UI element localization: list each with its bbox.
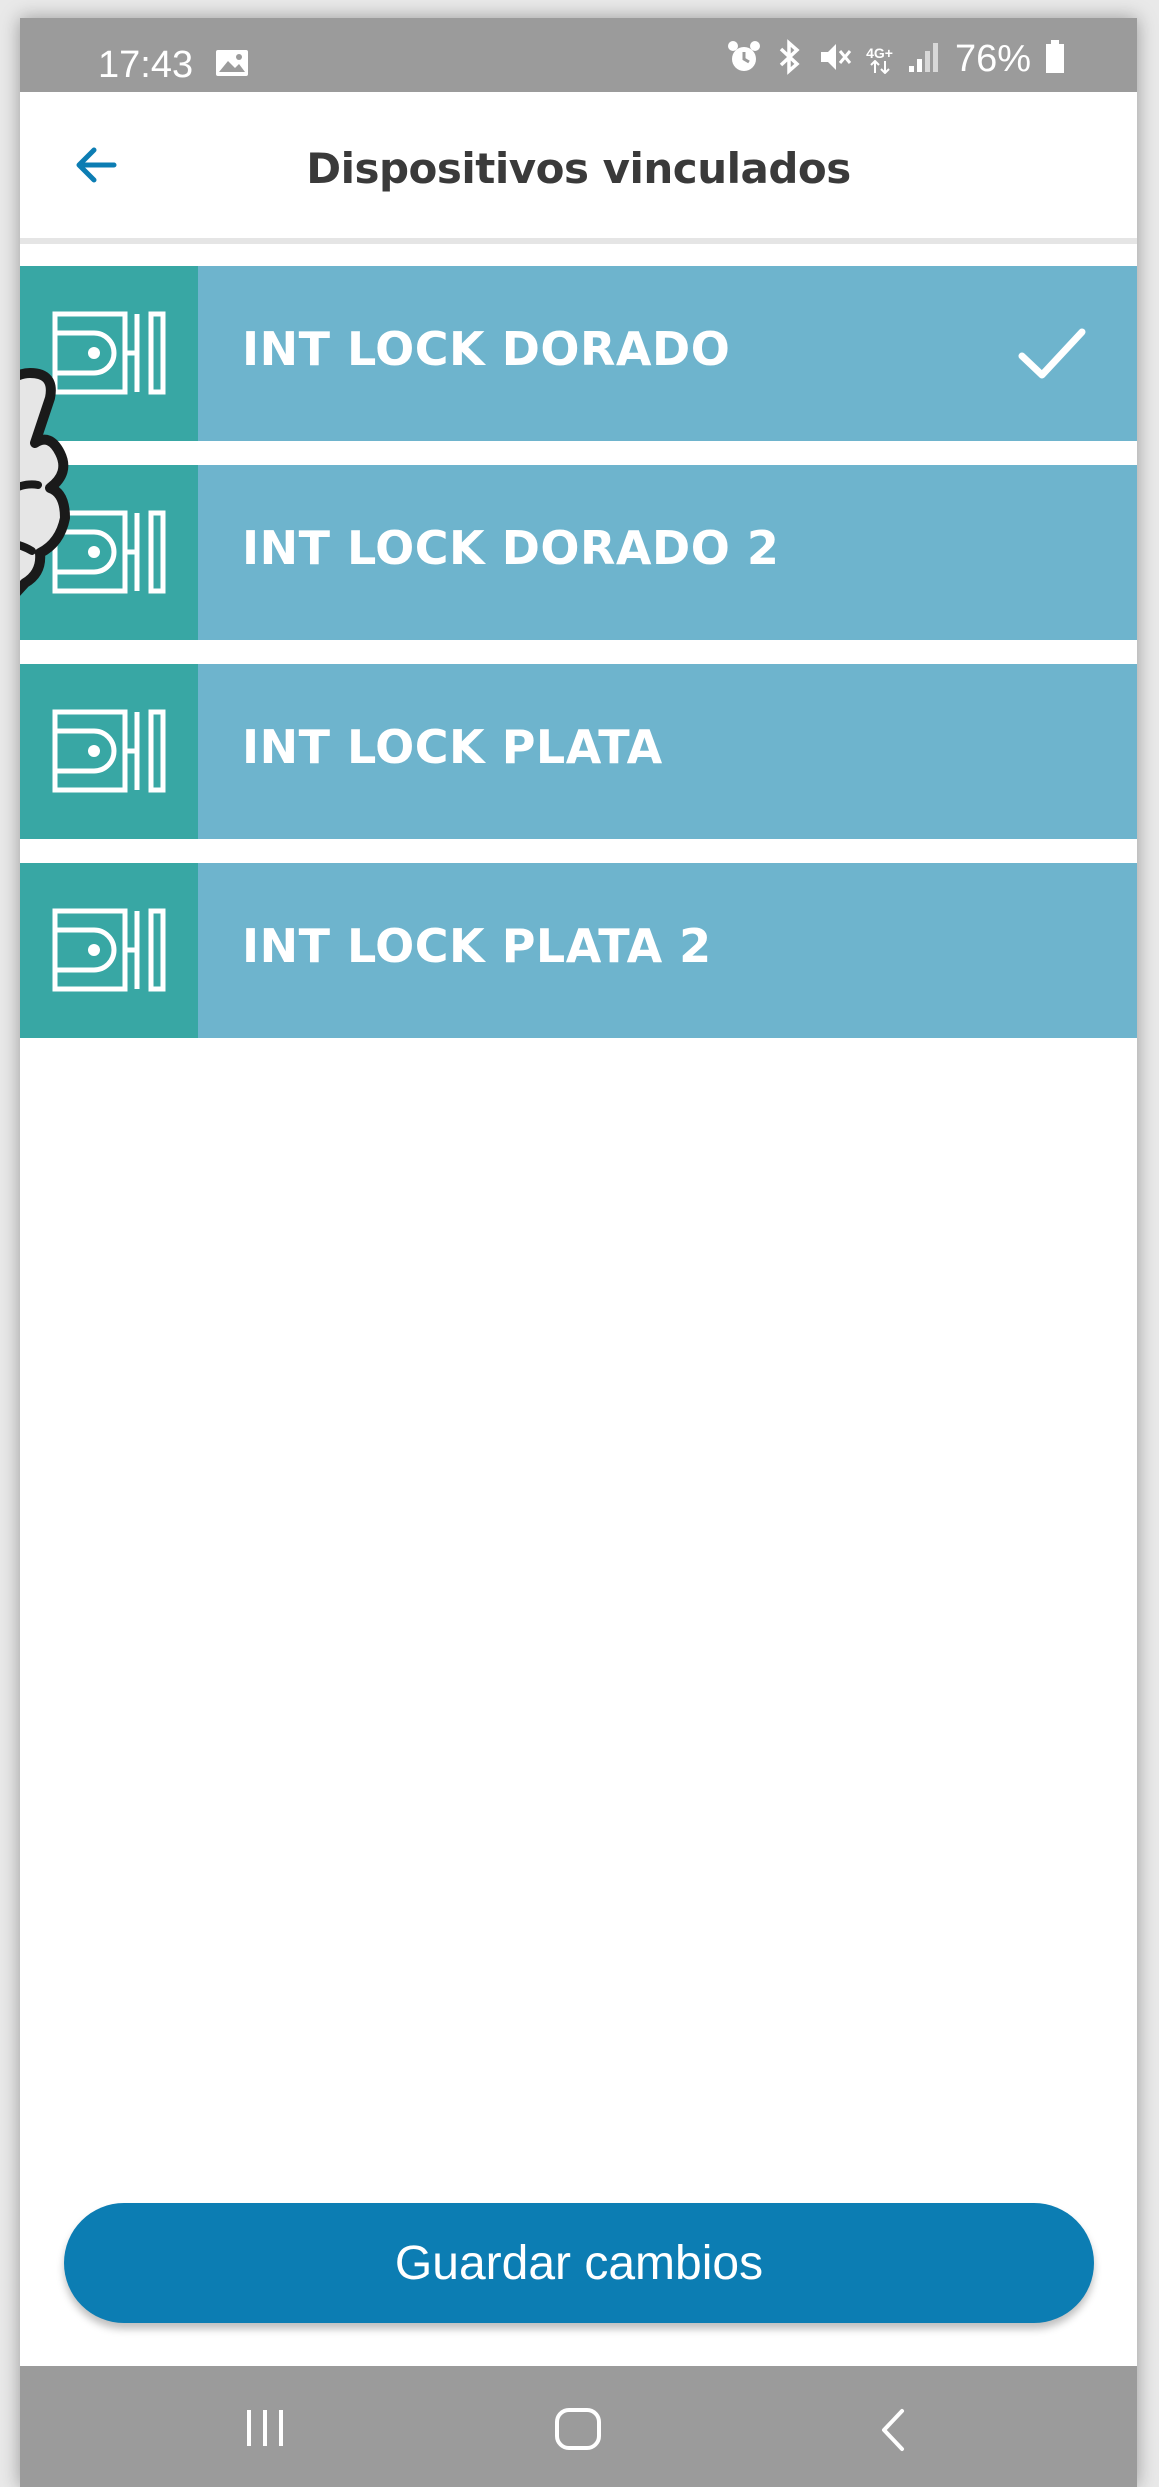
bluetooth-icon <box>776 39 804 80</box>
app-header: Dispositivos vinculados <box>20 92 1137 244</box>
lock-device-icon <box>52 908 166 992</box>
page-title: Dispositivos vinculados <box>306 144 851 193</box>
status-time: 17:43 <box>98 44 194 86</box>
device-item[interactable]: INT LOCK PLATA 2 <box>20 863 1137 1038</box>
battery-icon <box>1045 40 1065 79</box>
gallery-icon <box>215 49 249 82</box>
device-name: INT LOCK DORADO 2 <box>242 521 780 575</box>
check-icon <box>1018 328 1086 379</box>
lock-device-icon <box>52 709 166 793</box>
signal-icon <box>907 40 941 79</box>
network-icon: 4G+ <box>866 46 893 74</box>
nav-back-icon[interactable] <box>876 2408 908 2457</box>
device-name: INT LOCK PLATA 2 <box>242 919 712 973</box>
device-icon-box <box>20 465 198 640</box>
phone-screen: 17:43 4G+ 76% Dispositivos vinculados IN… <box>20 18 1137 2487</box>
status-icons: 4G+ 76% <box>726 38 1065 81</box>
device-icon-box <box>20 664 198 839</box>
device-item[interactable]: INT LOCK PLATA <box>20 664 1137 839</box>
recent-apps-icon[interactable] <box>242 2408 288 2453</box>
alarm-icon <box>726 39 762 80</box>
device-icon-box <box>20 266 198 441</box>
device-name: INT LOCK PLATA <box>242 720 663 774</box>
device-item[interactable]: INT LOCK DORADO <box>20 266 1137 441</box>
status-bar: 17:43 4G+ 76% <box>20 18 1137 92</box>
battery-percentage: 76% <box>954 38 1031 80</box>
device-icon-box <box>20 863 198 1038</box>
lock-device-icon <box>52 311 166 395</box>
save-button[interactable]: Guardar cambios <box>64 2203 1094 2323</box>
mute-icon <box>818 39 852 80</box>
device-item[interactable]: INT LOCK DORADO 2 <box>20 465 1137 640</box>
lock-device-icon <box>52 510 166 594</box>
device-list: INT LOCK DORADO INT LOCK DORADO 2 INT LO… <box>20 266 1137 1062</box>
home-icon[interactable] <box>554 2408 602 2455</box>
device-name: INT LOCK DORADO <box>242 322 731 376</box>
navigation-bar <box>20 2366 1137 2487</box>
